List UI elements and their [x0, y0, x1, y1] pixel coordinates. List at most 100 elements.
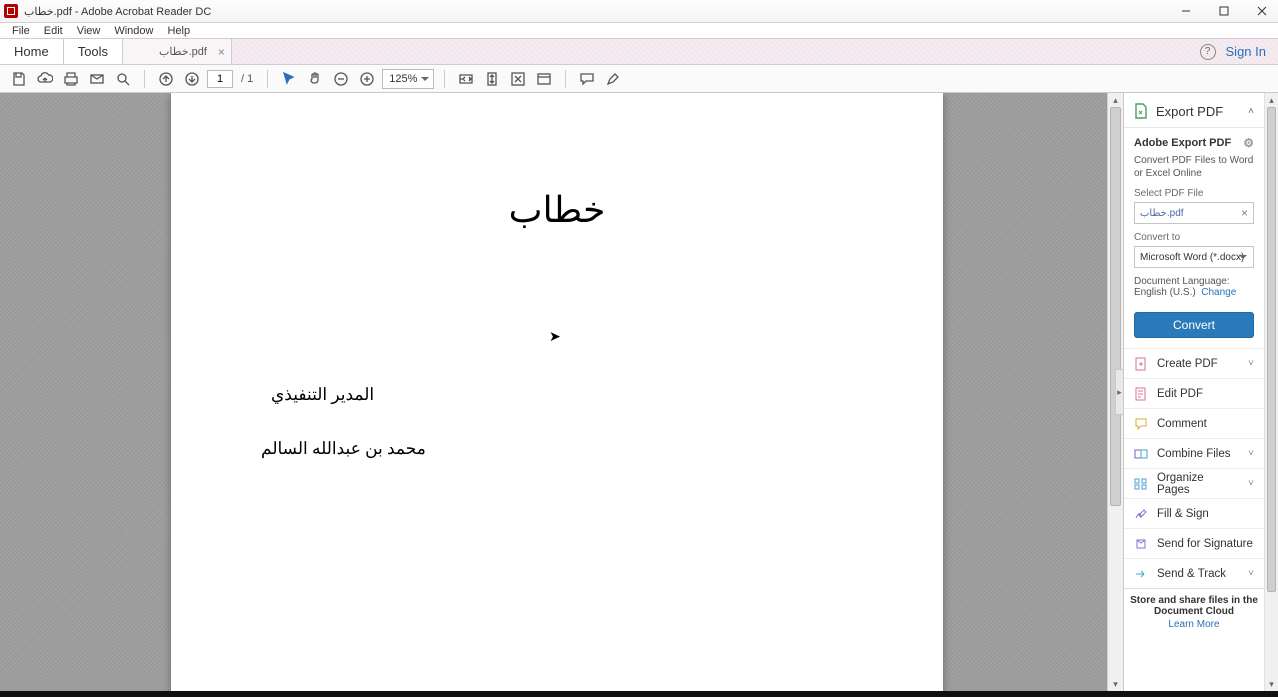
change-language-link[interactable]: Change: [1201, 287, 1236, 298]
tool-label: Send & Track: [1157, 568, 1226, 580]
panel-scrollbar[interactable]: ▴ ▾: [1264, 93, 1278, 691]
toolbar-separator: [267, 70, 268, 88]
tool-label: Send for Signature: [1157, 538, 1253, 550]
tool-label: Combine Files: [1157, 448, 1231, 460]
scroll-up-icon[interactable]: ▴: [1265, 93, 1278, 107]
document-heading: خطاب: [171, 189, 943, 231]
send-track-icon: [1134, 567, 1148, 581]
selection-tool-icon[interactable]: [278, 68, 300, 90]
zoom-out-icon[interactable]: [330, 68, 352, 90]
scroll-down-icon[interactable]: ▾: [1108, 677, 1123, 691]
tab-home[interactable]: Home: [0, 39, 64, 64]
window-title: خطاب.pdf - Adobe Acrobat Reader DC: [24, 5, 211, 18]
scroll-thumb[interactable]: [1267, 107, 1276, 592]
fullscreen-icon[interactable]: [507, 68, 529, 90]
export-description: Convert PDF Files to Word or Excel Onlin…: [1134, 154, 1254, 180]
tool-edit-pdf[interactable]: Edit PDF: [1124, 378, 1264, 408]
scroll-up-icon[interactable]: ▴: [1108, 93, 1123, 107]
menu-edit[interactable]: Edit: [38, 25, 69, 37]
convert-button[interactable]: Convert: [1134, 312, 1254, 338]
menu-file[interactable]: File: [6, 25, 36, 37]
document-text-line: محمد بن عبدالله السالم: [261, 439, 426, 459]
toolbar-separator: [444, 70, 445, 88]
tool-combine[interactable]: Combine Files ˅: [1124, 438, 1264, 468]
export-pdf-header[interactable]: Export PDF ˄: [1124, 93, 1264, 128]
chevron-down-icon: ˅: [1248, 358, 1254, 369]
app-icon: [4, 4, 18, 18]
toolbar-separator: [565, 70, 566, 88]
tool-label: Comment: [1157, 418, 1207, 430]
tool-fill-sign[interactable]: Fill & Sign: [1124, 498, 1264, 528]
fill-sign-icon: [1134, 507, 1148, 521]
tool-create-pdf[interactable]: Create PDF ˅: [1124, 348, 1264, 378]
menu-window[interactable]: Window: [108, 25, 159, 37]
maximize-button[interactable]: [1212, 2, 1236, 20]
menu-view[interactable]: View: [71, 25, 107, 37]
tool-label: Fill & Sign: [1157, 508, 1209, 520]
tool-send-signature[interactable]: Send for Signature: [1124, 528, 1264, 558]
export-pdf-label: Export PDF: [1156, 104, 1240, 119]
convert-to-select[interactable]: Microsoft Word (*.docx): [1134, 246, 1254, 268]
minimize-button[interactable]: [1174, 2, 1198, 20]
tab-tools[interactable]: Tools: [64, 39, 123, 64]
tool-label: Organize Pages: [1157, 472, 1239, 496]
page-number-input[interactable]: [207, 70, 233, 88]
clear-file-icon[interactable]: ×: [1241, 206, 1248, 220]
doc-language-value: English (U.S.): [1134, 287, 1196, 298]
scroll-thumb[interactable]: [1110, 107, 1121, 506]
save-icon[interactable]: [8, 68, 30, 90]
sign-in-link[interactable]: Sign In: [1226, 44, 1266, 59]
highlight-icon[interactable]: [602, 68, 624, 90]
close-window-button[interactable]: [1250, 2, 1274, 20]
window-titlebar: خطاب.pdf - Adobe Acrobat Reader DC: [0, 0, 1278, 23]
document-viewport[interactable]: خطاب المدير التنفيذي محمد بن عبدالله الس…: [0, 93, 1123, 691]
close-tab-icon[interactable]: ×: [218, 45, 225, 59]
fit-page-icon[interactable]: [481, 68, 503, 90]
tab-document-label: خطاب.pdf: [159, 45, 207, 58]
email-icon[interactable]: [86, 68, 108, 90]
create-pdf-icon: [1134, 357, 1148, 371]
zoom-in-icon[interactable]: [356, 68, 378, 90]
adobe-export-title: Adobe Export PDF⚙: [1134, 136, 1254, 150]
page-total-label: / 1: [237, 73, 257, 85]
edit-pdf-icon: [1134, 387, 1148, 401]
chevron-down-icon: ˅: [1248, 478, 1254, 489]
selected-file-box[interactable]: خطاب.pdf ×: [1134, 202, 1254, 224]
search-icon[interactable]: [112, 68, 134, 90]
gear-icon[interactable]: ⚙: [1243, 136, 1254, 150]
comment-icon[interactable]: [576, 68, 598, 90]
select-file-label: Select PDF File: [1134, 188, 1254, 199]
taskbar: [0, 691, 1278, 697]
menu-bar: File Edit View Window Help: [0, 23, 1278, 38]
menu-help[interactable]: Help: [161, 25, 196, 37]
chevron-down-icon: ˅: [1248, 568, 1254, 579]
convert-to-label: Convert to: [1134, 232, 1254, 243]
chevron-down-icon: ˅: [1248, 448, 1254, 459]
tool-comment[interactable]: Comment: [1124, 408, 1264, 438]
hand-tool-icon[interactable]: [304, 68, 326, 90]
send-signature-icon: [1134, 537, 1148, 551]
tab-document[interactable]: خطاب.pdf ×: [123, 39, 232, 64]
prev-page-icon[interactable]: [155, 68, 177, 90]
scroll-track[interactable]: [1265, 107, 1278, 677]
cloud-upload-icon[interactable]: [34, 68, 56, 90]
doc-language-label: Document Language:: [1134, 276, 1230, 287]
tool-send-track[interactable]: Send & Track ˅: [1124, 558, 1264, 588]
zoom-select[interactable]: 125%: [382, 69, 434, 89]
scroll-down-icon[interactable]: ▾: [1265, 677, 1278, 691]
panel-collapse-handle[interactable]: ▸: [1115, 369, 1123, 415]
read-mode-icon[interactable]: [533, 68, 555, 90]
next-page-icon[interactable]: [181, 68, 203, 90]
fit-width-icon[interactable]: [455, 68, 477, 90]
help-icon[interactable]: ?: [1200, 44, 1216, 60]
cloud-promo-text: Store and share files in the Document Cl…: [1124, 588, 1264, 619]
convert-to-value: Microsoft Word (*.docx): [1140, 252, 1244, 263]
chevron-up-icon: ˄: [1248, 106, 1254, 117]
right-tools-panel: Export PDF ˄ Adobe Export PDF⚙ Convert P…: [1123, 93, 1278, 691]
combine-icon: [1134, 447, 1148, 461]
learn-more-link[interactable]: Learn More: [1124, 619, 1264, 634]
tool-organize[interactable]: Organize Pages ˅: [1124, 468, 1264, 498]
toolbar: / 1 125%: [0, 65, 1278, 93]
tool-label: Create PDF: [1157, 358, 1218, 370]
print-icon[interactable]: [60, 68, 82, 90]
